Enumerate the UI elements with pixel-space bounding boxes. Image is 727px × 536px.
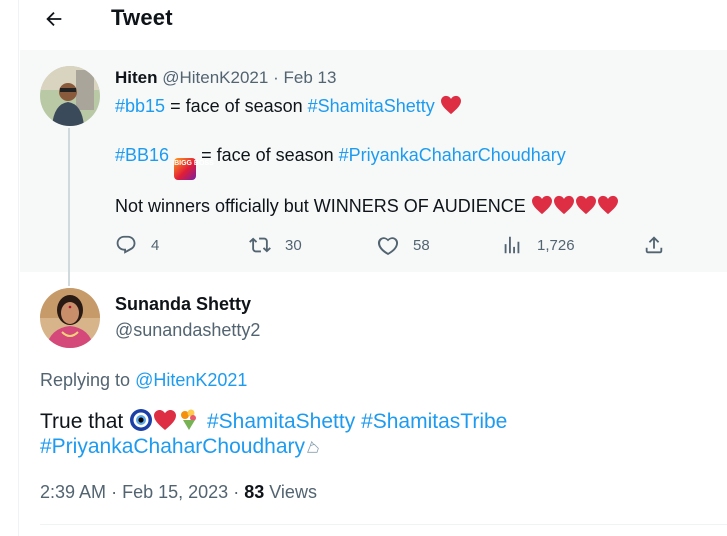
share-button[interactable] [643,234,665,256]
heart-emoji-icon [440,95,461,115]
hashtag-shamitastribe[interactable]: #ShamitasTribe [361,410,507,433]
hashtag-shamitashetty[interactable]: #ShamitaShetty [207,410,355,433]
separator: · [233,482,240,502]
quoted-tweet[interactable]: Hiten @HitenK2021 · Feb 13 #bb15 = face … [20,50,727,272]
reply-author-name[interactable]: Sunanda Shetty [115,294,251,315]
text: = face of season [196,145,339,165]
hashtag-priyankachaharchoudhary[interactable]: #PriyankaChaharChoudhary [339,145,566,165]
hashtag-shamitashetty[interactable]: #ShamitaShetty [308,96,435,116]
hashtag-bb15[interactable]: #bb15 [115,96,165,116]
divider [40,524,727,525]
quoted-handle[interactable]: @HitenK2021 [162,68,268,87]
tiger-emoji-icon [307,440,319,453]
hashtag-bb16[interactable]: #BB16 [115,145,169,165]
retweet-icon [249,237,271,253]
avatar-sunanda[interactable] [40,288,100,348]
reply-count: 4 [151,236,160,254]
quoted-line-3: Not winners officially but WINNERS OF AU… [115,195,619,217]
quoted-name[interactable]: Hiten [115,68,158,87]
quoted-date[interactable]: Feb 13 [283,68,336,87]
like-button[interactable]: 58 [377,234,430,256]
thread-line [68,128,70,286]
quoted-author[interactable]: Hiten @HitenK2021 · Feb 13 [115,68,336,88]
quoted-line-1: #bb15 = face of season #ShamitaShetty [115,95,462,117]
quoted-action-bar: 4 30 58 1,726 [115,234,663,258]
retweet-button[interactable]: 30 [249,234,302,256]
heart-emoji-icon [575,195,596,215]
reply-views-label: Views [269,482,317,502]
quoted-line-2: #BB16 BIGG BOSS = face of season #Priyan… [115,145,566,180]
views-icon [504,236,520,254]
reply-views-count: 83 [244,482,265,502]
text: Not winners officially but WINNERS OF AU… [115,196,526,216]
reply-author-handle[interactable]: @sunandashetty2 [115,320,260,341]
reply-icon [116,235,136,254]
heart-emoji-icon [154,410,177,430]
bouquet-emoji-icon [181,409,197,430]
reply-date[interactable]: Feb 15, 2023 [122,482,228,502]
replying-prefix: Replying to [40,370,136,390]
reply-text-line-2: #PriyankaChaharChoudhary [40,435,321,459]
separator: · [273,68,279,87]
heart-emoji-icon [553,195,574,215]
header: Tweet [19,0,727,50]
page-title: Tweet [111,5,173,30]
avatar-hiten[interactable] [40,66,100,126]
text: True that [40,410,130,433]
heart-emoji-icon [531,195,552,215]
text: = face of season [165,96,308,116]
views-button[interactable]: 1,726 [501,234,575,256]
heart-emoji-icon [597,195,618,215]
hashtag-priyankachaharchoudhary[interactable]: #PriyankaChaharChoudhary [40,435,305,458]
retweet-count: 30 [285,236,302,254]
separator: · [111,482,118,502]
back-arrow-icon[interactable] [41,6,67,32]
left-border [18,0,19,536]
reply-meta: 2:39 AM · Feb 15, 2023 · 83 Views [40,482,317,503]
share-icon [645,236,663,254]
bigg-boss-logo-icon: BIGG BOSS [174,158,214,180]
replying-to-link[interactable]: @HitenK2021 [135,370,247,390]
reply-text-line-1: True that #ShamitaShetty #ShamitasTribe [40,408,507,434]
like-count: 58 [413,236,430,254]
like-icon [377,237,399,256]
reply-button[interactable]: 4 [115,234,159,256]
views-count: 1,726 [537,236,575,254]
replying-to: Replying to @HitenK2021 [40,370,247,391]
nazar-emoji-icon [130,409,153,431]
reply-time[interactable]: 2:39 AM [40,482,106,502]
